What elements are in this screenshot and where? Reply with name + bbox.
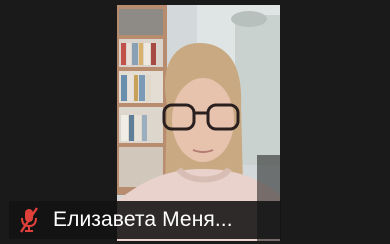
microphone-muted-icon [19,207,41,233]
participant-video-tile[interactable]: Елизавета Меня... [0,0,390,244]
participant-name: Елизавета Меня... [53,208,233,231]
participant-name-bar: Елизавета Меня... [9,201,281,239]
